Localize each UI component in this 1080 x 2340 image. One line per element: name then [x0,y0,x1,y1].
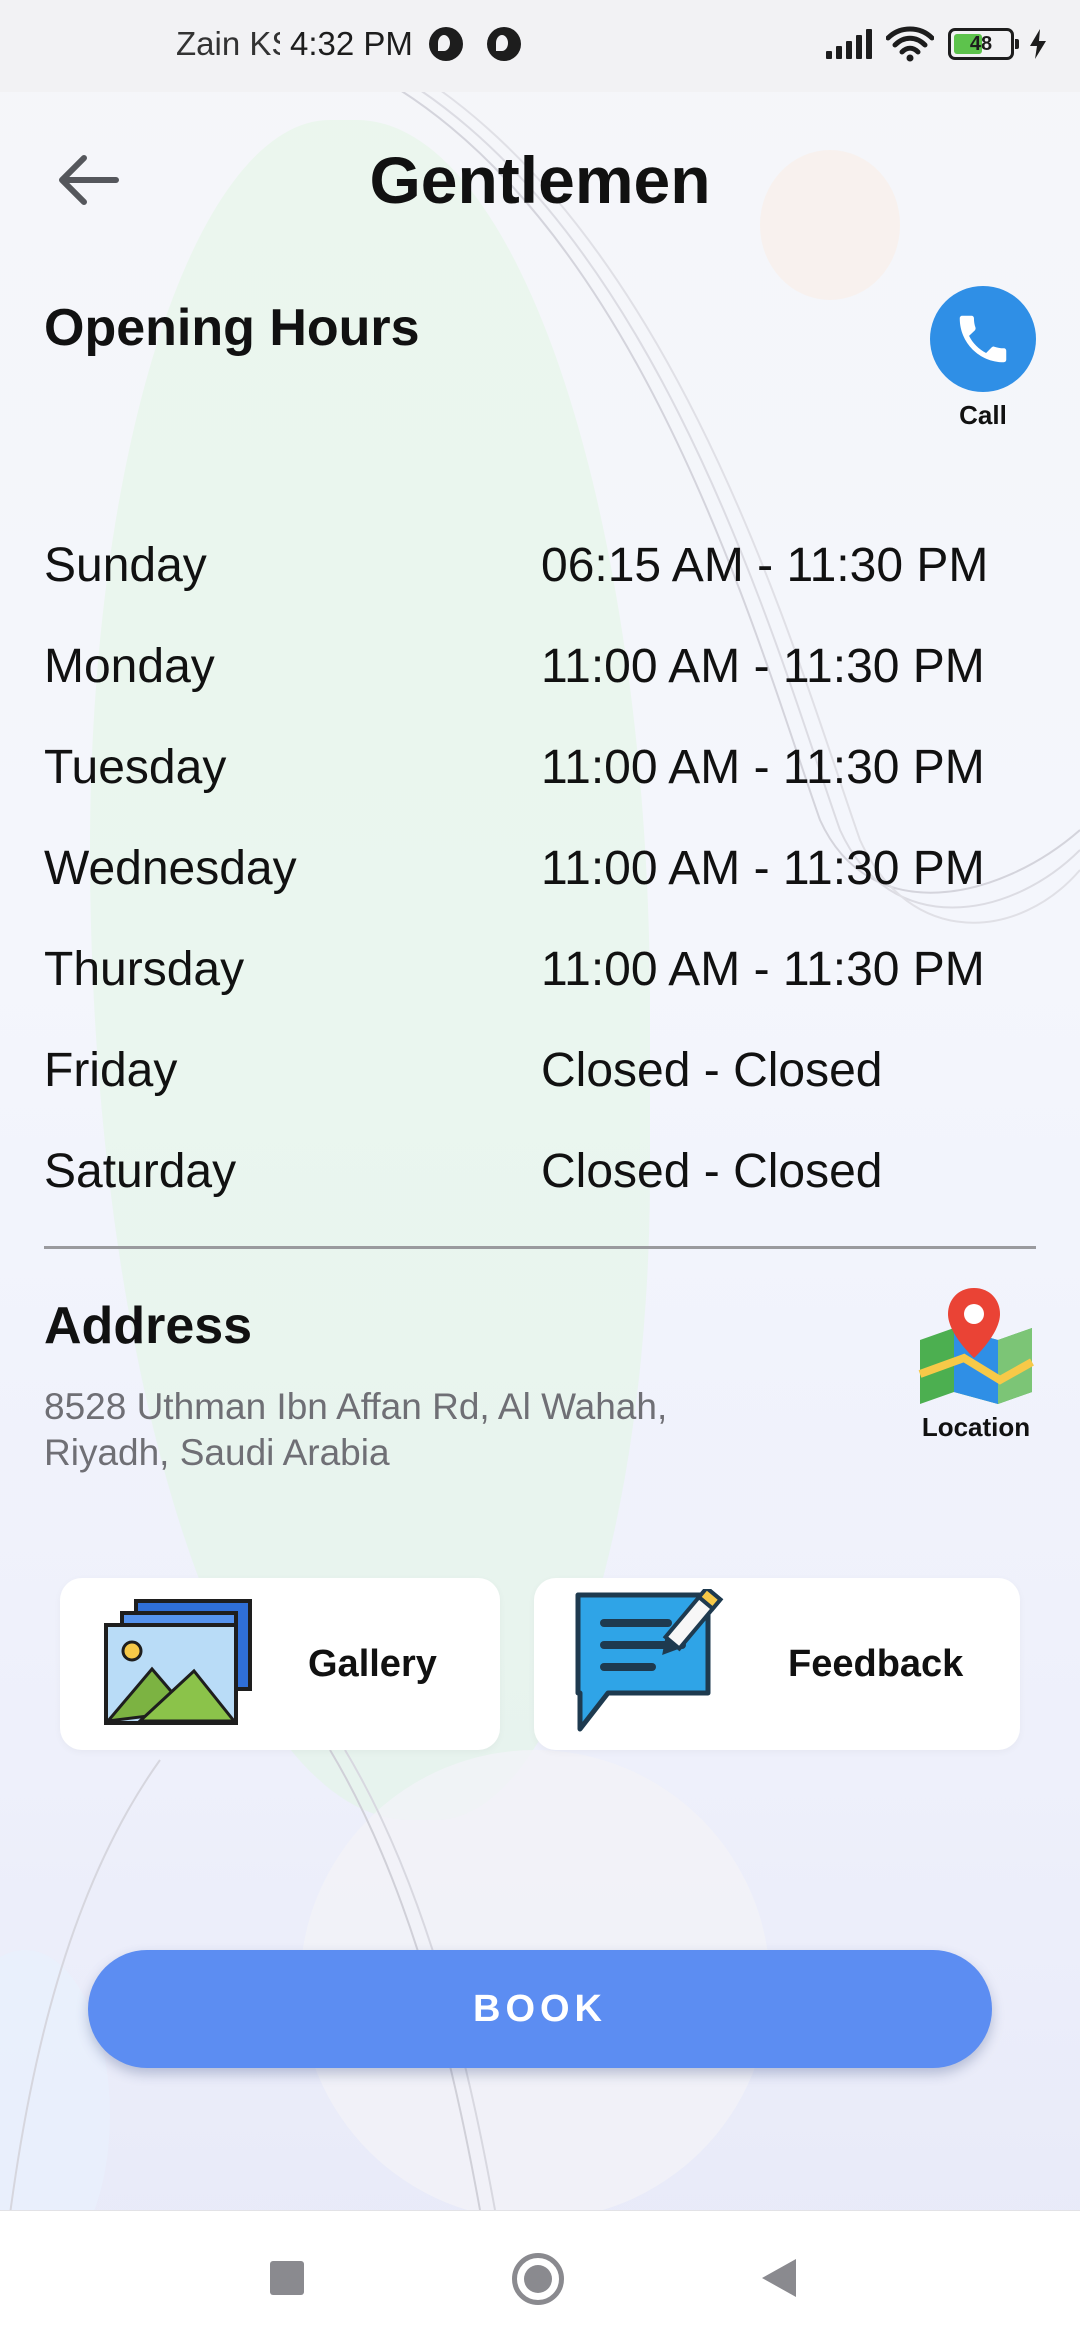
hours-time: 06:15 AM - 11:30 PM [541,539,989,592]
hours-row: Thursday 11:00 AM - 11:30 PM [44,919,1034,1020]
hours-time: 11:00 AM - 11:30 PM [541,640,985,693]
hours-row: Monday 11:00 AM - 11:30 PM [44,616,1034,717]
back-nav-button[interactable] [762,2259,796,2297]
hours-time: 11:00 AM - 11:30 PM [541,842,985,895]
hours-day: Sunday [44,539,207,592]
address-title: Address [44,1297,253,1355]
status-bar: Zain KS 4:32 PM 48 [0,0,1080,92]
address-text: 8528 Uthman Ibn Affan Rd, Al Wahah, Riya… [44,1386,668,1473]
wifi-icon [886,26,934,62]
screen: Zain KS 4:32 PM 48 [0,0,1080,2340]
carrier-name: Zain KS [176,25,280,62]
notification-icon [486,27,521,61]
navigation-bar [0,2210,1080,2340]
hours-day: Friday [44,1044,178,1097]
battery-level: 48 [969,32,993,55]
call-circle [930,286,1036,392]
book-button[interactable]: BOOK [88,1950,992,2068]
divider [44,1246,1036,1249]
hours-row: Sunday 06:15 AM - 11:30 PM [44,515,1034,616]
hours-row: Friday Closed - Closed [44,1020,1034,1121]
hours-row: Tuesday 11:00 AM - 11:30 PM [44,717,1034,818]
hours-time: 11:00 AM - 11:30 PM [541,943,985,996]
location-label: Location [921,1412,1031,1442]
status-left: Zain KS 4:32 PM [176,25,521,62]
hours-list: Sunday 06:15 AM - 11:30 PM Monday 11:00 … [44,515,1034,1222]
location-button[interactable]: Location [912,1288,1040,1443]
page-title: Gentlemen [369,143,711,217]
recent-apps-button[interactable] [270,2261,304,2295]
gallery-label: Gallery [308,1642,437,1685]
hours-time: Closed - Closed [541,1145,883,1198]
feedback-card[interactable]: Feedback [534,1578,1020,1750]
gallery-card[interactable]: Gallery [60,1578,500,1750]
status-time: 4:32 PM [290,25,413,62]
hours-day: Monday [44,640,215,693]
call-label: Call [959,400,1007,430]
feedback-label: Feedback [788,1642,964,1685]
notification-icon [428,27,463,61]
hours-day: Wednesday [44,842,297,895]
signal-icon [826,29,872,59]
hours-time: 11:00 AM - 11:30 PM [541,741,985,794]
home-button[interactable] [512,2253,564,2305]
call-button[interactable]: Call [930,286,1036,431]
gallery-icon [104,1599,252,1725]
opening-hours-title: Opening Hours [44,299,420,357]
hours-row: Saturday Closed - Closed [44,1121,1034,1222]
hours-row: Wednesday 11:00 AM - 11:30 PM [44,818,1034,919]
phone-icon [959,315,1007,363]
hours-time: Closed - Closed [541,1044,883,1097]
charging-icon [1030,29,1046,59]
hours-day: Thursday [44,943,245,996]
battery-icon: 48 [948,28,1019,60]
feedback-icon [575,1589,724,1732]
hours-day: Tuesday [44,741,227,794]
map-pin-icon [918,1288,1034,1404]
status-right: 48 [826,26,1048,62]
hours-day: Saturday [44,1145,237,1198]
